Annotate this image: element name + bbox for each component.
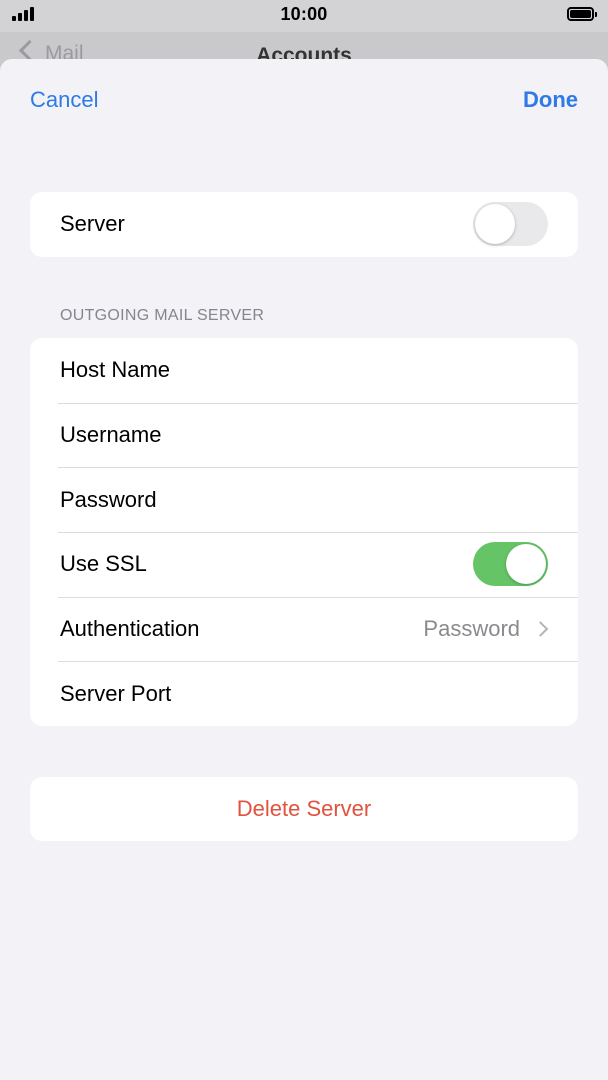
cancel-button[interactable]: Cancel bbox=[30, 87, 98, 113]
server-group: Server bbox=[30, 192, 578, 257]
authentication-row[interactable]: Authentication Password bbox=[30, 596, 578, 662]
done-button[interactable]: Done bbox=[523, 87, 578, 113]
status-bar: 10:00 bbox=[0, 0, 608, 32]
username-row[interactable]: Username bbox=[30, 402, 578, 468]
section-header: OUTGOING MAIL SERVER bbox=[60, 307, 265, 324]
status-time: 10:00 bbox=[280, 4, 328, 24]
delete-group: Delete Server bbox=[30, 777, 578, 841]
host-name-row[interactable]: Host Name bbox=[30, 338, 578, 403]
toggle-knob bbox=[475, 204, 515, 245]
server-row: Server bbox=[30, 192, 578, 257]
modal-sheet: Cancel Done Server OUTGOING MAIL SERVER … bbox=[0, 59, 608, 1080]
password-row[interactable]: Password bbox=[30, 467, 578, 532]
battery-icon bbox=[567, 7, 597, 21]
server-port-label: Server Port bbox=[60, 680, 172, 706]
use-ssl-row: Use SSL bbox=[30, 532, 578, 597]
authentication-value: Password bbox=[423, 616, 520, 642]
use-ssl-toggle[interactable] bbox=[473, 542, 548, 587]
outgoing-server-group: Host Name Username Password Use SSL Auth… bbox=[30, 338, 578, 727]
toggle-knob bbox=[506, 544, 546, 585]
password-label: Password bbox=[60, 486, 157, 512]
server-port-row[interactable]: Server Port bbox=[30, 661, 578, 726]
delete-server-button[interactable]: Delete Server bbox=[30, 777, 578, 841]
host-name-label: Host Name bbox=[60, 357, 171, 383]
username-label: Username bbox=[60, 422, 162, 448]
server-toggle[interactable] bbox=[473, 202, 548, 247]
